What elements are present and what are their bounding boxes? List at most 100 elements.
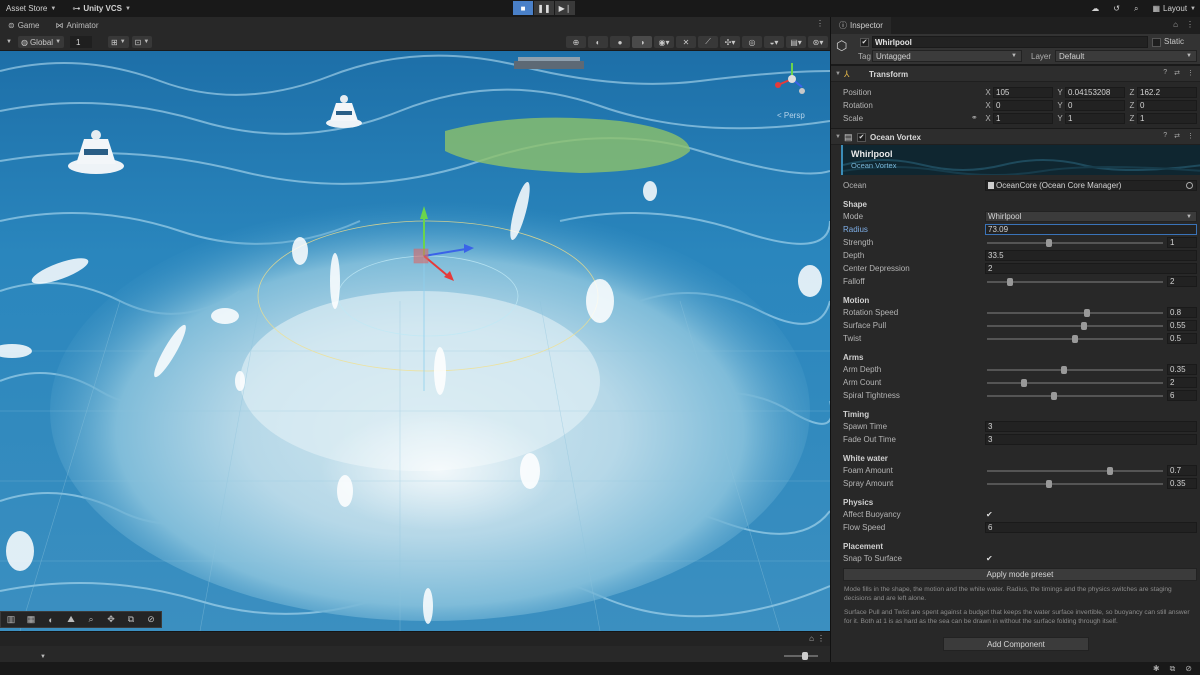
fade-out-time-field[interactable]: 3	[985, 434, 1197, 445]
object-picker-icon[interactable]	[1186, 182, 1193, 189]
preset-icon[interactable]: ⇄	[1174, 132, 1180, 140]
rotation-z-field[interactable]: 0	[1137, 99, 1197, 111]
tab-animator[interactable]: ⋈ Animator	[48, 17, 107, 34]
step-button[interactable]: ▶❘	[555, 1, 575, 15]
vcs-menu[interactable]: ⊶ Unity VCS ▼	[66, 0, 137, 17]
lock-icon[interactable]: ⌂	[809, 634, 814, 643]
affect-buoyancy-checkbox[interactable]: ✔	[986, 510, 995, 519]
grid-snap-button[interactable]: ⊞ ▼	[108, 36, 129, 48]
spawn-time-field[interactable]: 3	[985, 421, 1197, 432]
preset-icon[interactable]: ⇄	[1174, 69, 1180, 77]
fx-toggle-icon[interactable]: ✕	[676, 36, 696, 48]
twist-field[interactable]: 0.5	[1167, 333, 1197, 344]
arm-count-field[interactable]: 2	[1167, 377, 1197, 388]
rotation-speed-slider-thumb[interactable]	[1084, 309, 1091, 317]
global-dropdown[interactable]: ◍ Global ▼	[17, 36, 65, 48]
flow-speed-field[interactable]: 6	[985, 522, 1197, 533]
add-component-button[interactable]: Add Component	[943, 637, 1089, 651]
render-mode-icon[interactable]: ⊕	[566, 36, 586, 48]
layout-menu[interactable]: ▦ Layout ▼	[1152, 0, 1196, 17]
shading-icon[interactable]: ◐	[588, 36, 608, 48]
link-icon[interactable]: ⚭	[971, 113, 978, 122]
more-menu-icon[interactable]: ⋮	[1187, 132, 1194, 140]
rotation-speed-slider[interactable]	[987, 309, 1163, 317]
strength-field[interactable]: 1	[1167, 237, 1197, 248]
tool-pivot-caret[interactable]: ▼	[3, 36, 15, 48]
more-menu-icon[interactable]: ⋮	[1187, 69, 1194, 77]
persp-label[interactable]: < Persp	[777, 111, 805, 120]
help-icon[interactable]: ?	[1163, 132, 1167, 140]
snap-to-surface-checkbox[interactable]: ✔	[986, 554, 995, 563]
spiral-tightness-slider-thumb[interactable]	[1050, 392, 1057, 400]
lighting-icon[interactable]: ●	[610, 36, 630, 48]
bug-icon[interactable]: ✱	[1153, 664, 1160, 674]
cloud-icon[interactable]: ☁	[1091, 4, 1099, 13]
arm-count-slider[interactable]	[987, 379, 1163, 387]
scene-settings-icon[interactable]: ⊛▾	[808, 36, 828, 48]
position-z-field[interactable]: 162.2	[1137, 86, 1197, 98]
static-checkbox[interactable]	[1152, 38, 1161, 47]
rotation-speed-field[interactable]: 0.8	[1167, 307, 1197, 318]
scale-z-field[interactable]: 1	[1137, 112, 1197, 124]
arm-depth-slider-thumb[interactable]	[1061, 366, 1068, 374]
draw-mode-icon[interactable]: ◑	[632, 36, 652, 48]
more-menu-icon[interactable]: ⋮	[1186, 20, 1194, 29]
spiral-tightness-field[interactable]: 6	[1167, 390, 1197, 401]
help-icon[interactable]: ?	[1163, 69, 1167, 77]
radius-field[interactable]: 73.09	[985, 224, 1197, 235]
tab-game[interactable]: ⊜ Game	[0, 17, 48, 34]
foam-amount-slider[interactable]	[987, 467, 1163, 475]
camera-icon[interactable]: ◒▾	[764, 36, 784, 48]
ocean-vortex-header[interactable]: ▼ ▤ ✔ Ocean Vortex ? ⇄ ⋮	[831, 128, 1200, 145]
effects-icon[interactable]: ◉▾	[654, 36, 674, 48]
pause-button[interactable]: ❚❚	[534, 1, 554, 15]
spiral-tightness-slider[interactable]	[987, 392, 1163, 400]
chevron-down-icon[interactable]: ▼	[40, 654, 46, 660]
more-menu-icon[interactable]: ⋮	[816, 19, 824, 28]
position-y-field[interactable]: 0.04153208	[1065, 86, 1125, 98]
asset-store-menu[interactable]: Asset Store ▼	[0, 0, 62, 17]
spray-amount-slider[interactable]	[987, 480, 1163, 488]
center-depression-field[interactable]: 2	[985, 263, 1197, 274]
more-menu-icon[interactable]: ⋮	[817, 634, 825, 643]
arm-count-slider-thumb[interactable]	[1020, 379, 1027, 387]
arm-depth-slider[interactable]	[987, 366, 1163, 374]
falloff-field[interactable]: 2	[1167, 276, 1197, 287]
surface-pull-slider-thumb[interactable]	[1080, 322, 1087, 330]
search-icon[interactable]: ⌕	[1134, 4, 1138, 14]
arm-depth-field[interactable]: 0.35	[1167, 364, 1197, 375]
strength-slider[interactable]	[987, 239, 1163, 247]
fold-arrow-icon[interactable]: ▼	[835, 71, 841, 77]
fold-arrow-icon[interactable]: ▼	[835, 134, 841, 140]
scene-viewport[interactable]: < Persp ▥ ▦ ◐ ⛰ ⌕ ✥ ⧉ ⊘	[0, 51, 830, 631]
texture-overlay-icon[interactable]: ▦	[21, 612, 41, 627]
terrain-overlay-icon[interactable]: ⛰	[61, 612, 81, 627]
layers-overlay-icon[interactable]: ⧉	[121, 612, 141, 627]
active-checkbox[interactable]: ✔	[860, 38, 869, 47]
mode-dropdown[interactable]: Whirlpool ▼	[985, 211, 1197, 222]
transform-header[interactable]: ▼ ⅄ Transform ? ⇄ ⋮	[831, 65, 1200, 82]
zoom-overlay-icon[interactable]: ⌕	[81, 612, 101, 627]
spray-amount-slider-thumb[interactable]	[1045, 480, 1052, 488]
rotation-y-field[interactable]: 0	[1065, 99, 1125, 111]
history-icon[interactable]: ↺	[1113, 4, 1120, 13]
lock-icon[interactable]: ⌂	[1173, 20, 1178, 29]
foam-amount-field[interactable]: 0.7	[1167, 465, 1197, 476]
increment-snap-button[interactable]: ⊡ ▼	[131, 36, 153, 48]
zoom-slider[interactable]	[784, 652, 818, 660]
audio-icon[interactable]: ⟋	[698, 36, 718, 48]
twist-slider[interactable]	[987, 335, 1163, 343]
grid-overlay-icon[interactable]: ▥	[1, 612, 21, 627]
foam-amount-slider-thumb[interactable]	[1107, 467, 1114, 475]
spray-amount-field[interactable]: 0.35	[1167, 478, 1197, 489]
zoom-slider-thumb[interactable]	[802, 652, 808, 660]
rotation-x-field[interactable]: 0	[993, 99, 1053, 111]
scale-y-field[interactable]: 1	[1065, 112, 1125, 124]
ocean-object-field[interactable]: OceanCore (Ocean Core Manager)	[985, 180, 1197, 191]
surface-pull-field[interactable]: 0.55	[1167, 320, 1197, 331]
twist-slider-thumb[interactable]	[1072, 335, 1078, 343]
move-overlay-icon[interactable]: ✥	[101, 612, 121, 627]
depth-field[interactable]: 33.5	[985, 250, 1197, 261]
object-name-field[interactable]: Whirlpool	[872, 36, 1148, 48]
apply-mode-preset-button[interactable]: Apply mode preset	[843, 568, 1197, 581]
